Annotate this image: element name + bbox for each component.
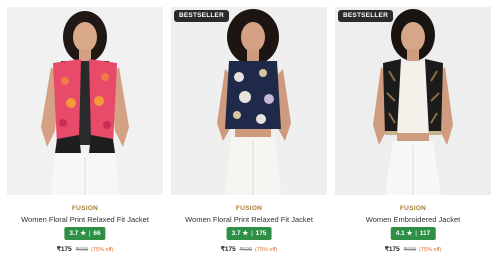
product-title[interactable]: Women Embroidered Jacket — [335, 215, 491, 224]
rating-separator: | — [251, 230, 253, 237]
product-card[interactable]: BESTSELLER FUSION Women Floral Print Rel… — [171, 7, 327, 261]
sale-price: ₹175 — [384, 246, 400, 253]
original-price: ₹699 — [403, 247, 417, 253]
product-image[interactable] — [171, 7, 327, 195]
price-row: ₹175 ₹699 (75% off) — [7, 245, 163, 253]
product-card[interactable]: FUSION Women Floral Print Relaxed Fit Ja… — [7, 7, 163, 261]
discount-text: (75% off) — [419, 247, 442, 253]
rating-value: 3.7 — [69, 230, 79, 237]
rating-separator: | — [415, 230, 417, 237]
model-photo-black-embroidered-jacket — [335, 7, 491, 195]
rating-badge: 3.7 ★ | 66 — [64, 227, 106, 240]
product-title[interactable]: Women Floral Print Relaxed Fit Jacket — [171, 215, 327, 224]
discount-text: (75% off) — [91, 247, 114, 253]
product-grid: FUSION Women Floral Print Relaxed Fit Ja… — [0, 0, 500, 264]
review-count: 175 — [255, 230, 267, 237]
rating-badge: 4.1 ★ | 117 — [390, 227, 436, 240]
product-card[interactable]: BESTSELLER FUSION Women Embroidered Jack… — [335, 7, 491, 261]
bestseller-badge: BESTSELLER — [174, 10, 229, 22]
rating-value: 3.7 — [231, 230, 241, 237]
original-price: ₹699 — [239, 247, 253, 253]
discount-text: (75% off) — [255, 247, 278, 253]
price-row: ₹175 ₹699 (75% off) — [171, 245, 327, 253]
star-icon: ★ — [80, 230, 87, 237]
rating-value: 4.1 — [395, 230, 405, 237]
product-brand: FUSION — [235, 205, 263, 212]
star-icon: ★ — [242, 230, 249, 237]
product-title[interactable]: Women Floral Print Relaxed Fit Jacket — [7, 215, 163, 224]
star-icon: ★ — [406, 230, 413, 237]
product-brand: FUSION — [71, 205, 99, 212]
model-photo-pink-floral-jacket — [7, 7, 163, 195]
sale-price: ₹175 — [56, 246, 72, 253]
sale-price: ₹175 — [220, 246, 236, 253]
product-image[interactable] — [335, 7, 491, 195]
rating-separator: | — [88, 230, 91, 237]
review-count: 117 — [419, 230, 431, 237]
review-count: 66 — [93, 230, 101, 237]
model-photo-navy-floral-jacket — [171, 7, 327, 195]
original-price: ₹699 — [75, 247, 89, 253]
bestseller-badge: BESTSELLER — [338, 10, 393, 22]
price-row: ₹175 ₹699 (75% off) — [335, 245, 491, 253]
product-brand: FUSION — [399, 205, 427, 212]
product-image[interactable] — [7, 7, 163, 195]
rating-badge: 3.7 ★ | 175 — [226, 227, 272, 240]
